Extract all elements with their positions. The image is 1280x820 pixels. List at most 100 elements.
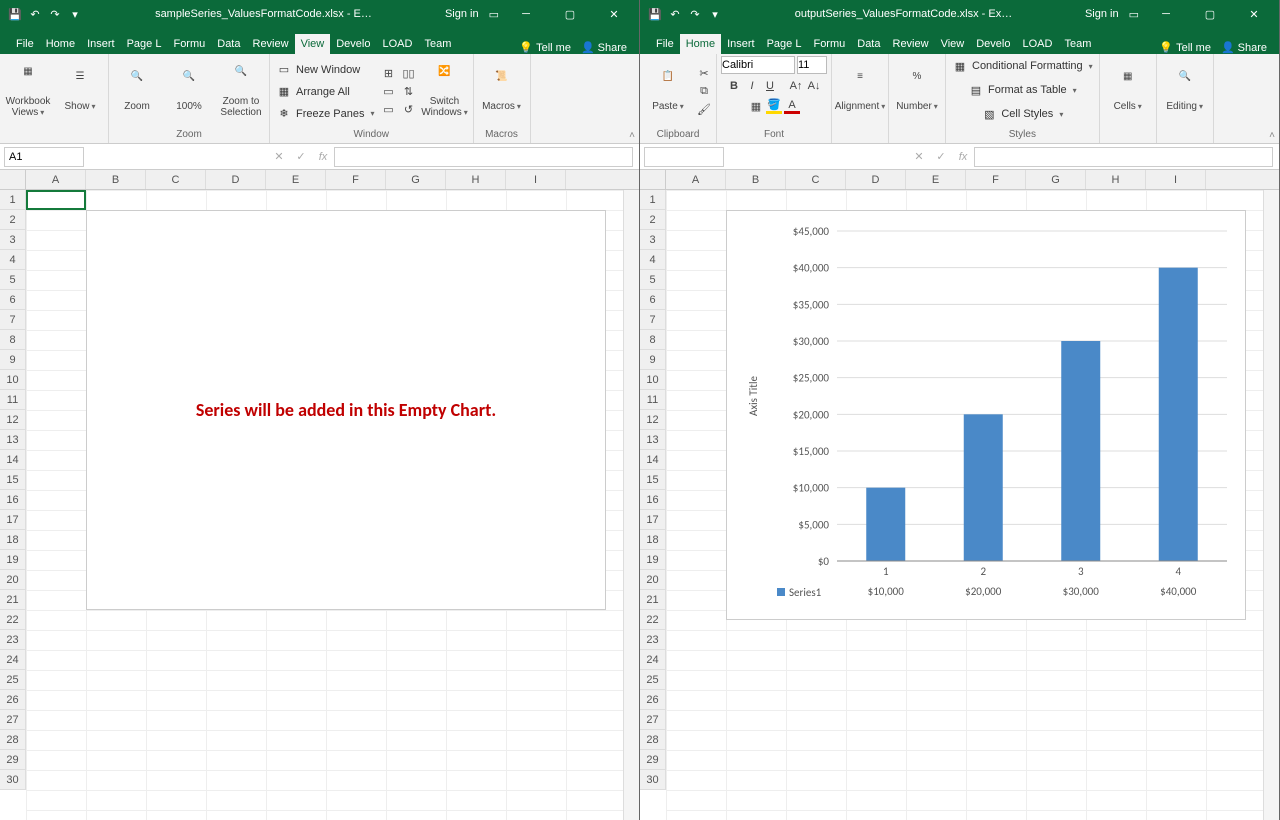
row-header[interactable]: 3 (0, 230, 26, 250)
undo-icon[interactable]: ↶ (28, 7, 42, 21)
tab-formulas[interactable]: Formu (167, 34, 211, 54)
row-header[interactable]: 15 (640, 470, 666, 490)
row-header[interactable]: 25 (0, 670, 26, 690)
row-header[interactable]: 3 (640, 230, 666, 250)
row-header[interactable]: 26 (640, 690, 666, 710)
row-header[interactable]: 22 (0, 610, 26, 630)
row-header[interactable]: 9 (0, 350, 26, 370)
row-header[interactable]: 22 (640, 610, 666, 630)
ribbon-options-icon[interactable]: ▭ (1129, 8, 1139, 21)
tab-home[interactable]: Home (680, 34, 721, 54)
zoom-selection-button[interactable]: 🔍 Zoom toSelection (217, 59, 265, 125)
undo-icon[interactable]: ↶ (668, 7, 682, 21)
embedded-chart-empty[interactable]: Series will be added in this Empty Chart… (86, 210, 606, 610)
freeze-panes-button[interactable]: ❄Freeze Panes▾ (274, 104, 377, 124)
close-button[interactable]: ✕ (597, 0, 631, 28)
conditional-formatting-button[interactable]: ▦Conditional Formatting▾ (950, 56, 1095, 76)
hide-icon[interactable]: ▭ (381, 84, 397, 100)
row-header[interactable]: 1 (640, 190, 666, 210)
collapse-ribbon-icon[interactable]: ˄ (1269, 130, 1275, 141)
col-header[interactable]: A (666, 170, 726, 189)
bold-button[interactable]: B (726, 78, 742, 94)
unhide-icon[interactable]: ▭ (381, 102, 397, 118)
col-header[interactable]: H (446, 170, 506, 189)
switch-windows-button[interactable]: 🔀 SwitchWindows▾ (421, 59, 469, 125)
borders-button[interactable]: ▦ (748, 98, 764, 114)
collapse-ribbon-icon[interactable]: ˄ (629, 130, 635, 141)
row-header[interactable]: 9 (640, 350, 666, 370)
row-header[interactable]: 24 (0, 650, 26, 670)
col-header[interactable]: F (326, 170, 386, 189)
col-header[interactable]: H (1086, 170, 1146, 189)
tab-insert[interactable]: Insert (81, 34, 121, 54)
col-header[interactable]: B (86, 170, 146, 189)
row-header[interactable]: 10 (640, 370, 666, 390)
row-header[interactable]: 23 (640, 630, 666, 650)
fx-icon[interactable]: fx (952, 151, 974, 163)
col-header[interactable]: A (26, 170, 86, 189)
formula-input[interactable] (974, 147, 1273, 167)
tab-pagelayout[interactable]: Page L (761, 34, 808, 54)
view-side-icon[interactable]: ▯▯ (401, 66, 417, 82)
row-header[interactable]: 8 (0, 330, 26, 350)
cell-styles-button[interactable]: ▧Cell Styles▾ (979, 104, 1065, 124)
worksheet-grid[interactable]: $0$5,000$10,000$15,000$20,000$25,000$30,… (666, 190, 1279, 820)
maximize-button[interactable]: ▢ (553, 0, 587, 28)
tab-file[interactable]: File (10, 34, 40, 54)
cut-icon[interactable]: ✂ (696, 66, 712, 82)
editing-button[interactable]: 🔍 Editing▾ (1161, 59, 1209, 125)
vertical-scrollbar[interactable] (623, 190, 639, 820)
row-header[interactable]: 19 (0, 550, 26, 570)
row-header[interactable]: 16 (0, 490, 26, 510)
row-header[interactable]: 6 (0, 290, 26, 310)
vertical-scrollbar[interactable] (1263, 190, 1279, 820)
row-header[interactable]: 23 (0, 630, 26, 650)
row-header[interactable]: 12 (640, 410, 666, 430)
row-header[interactable]: 29 (0, 750, 26, 770)
row-header[interactable]: 5 (0, 270, 26, 290)
save-icon[interactable]: 💾 (648, 7, 662, 21)
row-header[interactable]: 15 (0, 470, 26, 490)
row-header[interactable]: 30 (640, 770, 666, 790)
row-header[interactable]: 14 (0, 450, 26, 470)
font-color-button[interactable]: A (784, 98, 800, 114)
row-header[interactable]: 6 (640, 290, 666, 310)
tellme-search[interactable]: 💡 Tell me (519, 41, 571, 54)
tab-developer[interactable]: Develo (970, 34, 1016, 54)
fill-color-button[interactable]: 🪣 (766, 98, 782, 114)
redo-icon[interactable]: ↷ (48, 7, 62, 21)
tab-pagelayout[interactable]: Page L (121, 34, 168, 54)
col-header[interactable]: I (1146, 170, 1206, 189)
row-header[interactable]: 20 (640, 570, 666, 590)
select-all-corner[interactable] (640, 170, 666, 190)
row-header[interactable]: 29 (640, 750, 666, 770)
maximize-button[interactable]: ▢ (1193, 0, 1227, 28)
row-header[interactable]: 19 (640, 550, 666, 570)
close-button[interactable]: ✕ (1237, 0, 1271, 28)
embedded-chart[interactable]: $0$5,000$10,000$15,000$20,000$25,000$30,… (726, 210, 1246, 620)
row-header[interactable]: 7 (640, 310, 666, 330)
sync-scroll-icon[interactable]: ⇅ (401, 84, 417, 100)
italic-button[interactable]: I (744, 78, 760, 94)
cells-button[interactable]: ▦ Cells▾ (1104, 59, 1152, 125)
name-box[interactable] (644, 147, 724, 167)
tellme-search[interactable]: 💡 Tell me (1159, 41, 1211, 54)
redo-icon[interactable]: ↷ (688, 7, 702, 21)
tab-view[interactable]: View (935, 34, 971, 54)
format-painter-icon[interactable]: 🖌 (696, 102, 712, 118)
row-header[interactable]: 27 (0, 710, 26, 730)
tab-team[interactable]: Team (1058, 34, 1097, 54)
ribbon-options-icon[interactable]: ▭ (489, 8, 499, 21)
minimize-button[interactable]: ─ (509, 0, 543, 28)
cancel-icon[interactable]: ✕ (908, 150, 930, 163)
tab-review[interactable]: Review (247, 34, 295, 54)
shrink-font-icon[interactable]: A↓ (806, 78, 822, 94)
row-header[interactable]: 28 (0, 730, 26, 750)
number-button[interactable]: % Number▾ (893, 59, 941, 125)
tab-data[interactable]: Data (211, 34, 246, 54)
row-header[interactable]: 28 (640, 730, 666, 750)
row-header[interactable]: 18 (640, 530, 666, 550)
row-header[interactable]: 24 (640, 650, 666, 670)
tab-formulas[interactable]: Formu (807, 34, 851, 54)
share-button[interactable]: 👤 Share (575, 41, 633, 54)
